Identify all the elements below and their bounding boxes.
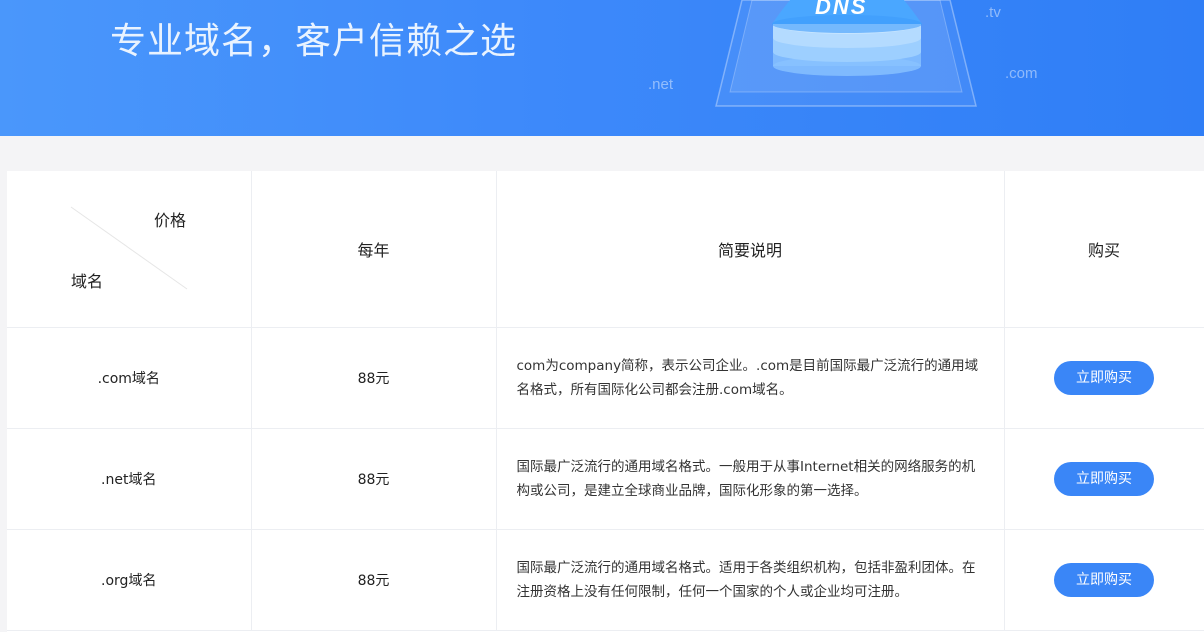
diagonal-divider (70, 206, 188, 290)
domain-price-table: 价格 域名 每年 简要说明 购买 .com域名 88元 com为company简… (7, 171, 1204, 631)
buy-now-button[interactable]: 立即购买 (1054, 562, 1154, 597)
table-header-row: 价格 域名 每年 简要说明 购买 (7, 171, 1204, 328)
buy-cell: 立即购买 (1004, 529, 1204, 631)
header-description: 简要说明 (496, 171, 1005, 328)
price-table-container: 价格 域名 每年 简要说明 购买 .com域名 88元 com为company简… (7, 171, 1204, 632)
hero-banner: 专业域名，客户信赖之选 DNS .tv .com .net (0, 0, 1204, 136)
price-cell: 88元 (251, 529, 497, 631)
description-cell: 国际最广泛流行的通用域名格式。一般用于从事Internet相关的网络服务的机构或… (496, 428, 1005, 530)
header-per-year: 每年 (251, 171, 497, 328)
corner-header-cell: 价格 域名 (7, 171, 252, 328)
dns-label: DNS (815, 0, 868, 19)
buy-now-button[interactable]: 立即购买 (1054, 461, 1154, 496)
price-cell: 88元 (251, 327, 497, 429)
table-row: .com域名 88元 com为company简称，表示公司企业。.com是目前国… (7, 327, 1204, 429)
header-buy: 购买 (1004, 171, 1204, 328)
tld-label-net: .net (648, 76, 674, 93)
buy-cell: 立即购买 (1004, 428, 1204, 530)
price-cell: 88元 (251, 428, 497, 530)
description-cell: com为company简称，表示公司企业。.com是目前国际最广泛流行的通用域名… (496, 327, 1005, 429)
corner-price-label: 价格 (154, 211, 187, 230)
domain-name-cell: .com域名 (7, 327, 252, 429)
domain-name-cell: .net域名 (7, 428, 252, 530)
tld-label-com: .com (1005, 65, 1038, 82)
table-row: .net域名 88元 国际最广泛流行的通用域名格式。一般用于从事Internet… (7, 428, 1204, 530)
tld-label-tv: .tv (985, 4, 1001, 21)
corner-domain-label: 域名 (71, 272, 104, 291)
buy-now-button[interactable]: 立即购买 (1054, 360, 1154, 395)
table-row: .org域名 88元 国际最广泛流行的通用域名格式。适用于各类组织机构，包括非盈… (7, 529, 1204, 631)
buy-cell: 立即购买 (1004, 327, 1204, 429)
description-cell: 国际最广泛流行的通用域名格式。适用于各类组织机构，包括非盈利团体。在注册资格上没… (496, 529, 1005, 631)
domain-name-cell: .org域名 (7, 529, 252, 631)
